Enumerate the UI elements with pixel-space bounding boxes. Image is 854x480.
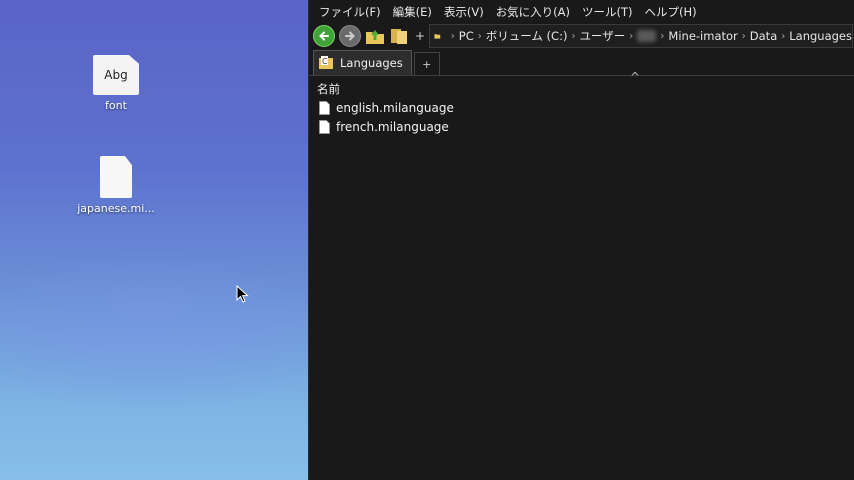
menu-bar: ファイル(F) 編集(E) 表示(V) お気に入り(A) ツール(T) ヘルプ(…	[309, 0, 854, 23]
tab-languages[interactable]: C Languages	[313, 50, 412, 75]
new-tab-plus[interactable]: +	[415, 29, 425, 43]
address-bar[interactable]: › PC › ボリューム (C:) › ユーザー › › Mine-imator…	[429, 24, 853, 48]
add-tab-button[interactable]: +	[413, 52, 440, 75]
file-row[interactable]: french.milanguage	[319, 120, 449, 134]
file-name: english.milanguage	[336, 101, 454, 115]
sort-indicator-icon: ^	[630, 70, 641, 84]
back-button[interactable]	[313, 25, 335, 47]
breadcrumb-username-redacted[interactable]	[637, 30, 657, 42]
tab-label: Languages	[340, 56, 403, 70]
breadcrumb-users[interactable]: ユーザー	[579, 28, 625, 44]
breadcrumb-languages[interactable]: Languages	[789, 29, 852, 43]
menu-tools[interactable]: ツール(T)	[576, 4, 639, 20]
menu-edit[interactable]: 編集(E)	[387, 4, 438, 20]
chevron-right-icon: ›	[660, 30, 665, 42]
toolbar: + › PC › ボリューム (C:) › ユーザー › › Mine-imat…	[309, 23, 854, 49]
font-file-icon: Abg	[93, 55, 139, 95]
chevron-right-icon: ›	[781, 30, 786, 42]
blank-file-icon	[100, 156, 132, 198]
file-icon	[319, 120, 330, 134]
breadcrumb-mine-imator[interactable]: Mine-imator	[668, 29, 737, 43]
menu-file[interactable]: ファイル(F)	[313, 4, 387, 20]
file-explorer-window: ファイル(F) 編集(E) 表示(V) お気に入り(A) ツール(T) ヘルプ(…	[308, 0, 854, 480]
chevron-right-icon: ›	[571, 30, 576, 42]
chevron-right-icon: ›	[629, 30, 634, 42]
menu-help[interactable]: ヘルプ(H)	[639, 4, 703, 20]
tab-bar: C Languages +	[309, 49, 854, 76]
breadcrumb-pc[interactable]: PC	[459, 29, 474, 43]
file-icon	[319, 101, 330, 115]
folders-icon[interactable]	[389, 27, 409, 45]
desktop-icon-japanese[interactable]: japanese.mi...	[71, 156, 161, 215]
folder-icon	[434, 34, 441, 39]
forward-button[interactable]	[339, 25, 361, 47]
up-folder-icon[interactable]	[365, 27, 385, 45]
mouse-cursor-icon	[236, 285, 249, 303]
breadcrumb-volume[interactable]: ボリューム (C:)	[486, 28, 568, 44]
menu-favorites[interactable]: お気に入り(A)	[490, 4, 576, 20]
desktop-icon-label: japanese.mi...	[77, 202, 155, 215]
column-header-name[interactable]: 名前	[317, 81, 340, 97]
forward-arrow-icon	[345, 31, 355, 41]
file-row[interactable]: english.milanguage	[319, 101, 454, 115]
back-arrow-icon	[319, 31, 329, 41]
menu-view[interactable]: 表示(V)	[438, 4, 490, 20]
svg-text:C: C	[322, 57, 328, 66]
breadcrumb-data[interactable]: Data	[750, 29, 777, 43]
chevron-right-icon: ›	[741, 30, 746, 42]
drive-folder-icon: C	[319, 56, 333, 69]
desktop-icon-label: font	[105, 99, 127, 112]
desktop-icon-font[interactable]: Abg font	[71, 55, 161, 112]
desktop: Abg font japanese.mi...	[0, 0, 308, 480]
chevron-right-icon: ›	[450, 30, 455, 42]
file-name: french.milanguage	[336, 120, 449, 134]
chevron-right-icon: ›	[477, 30, 482, 42]
